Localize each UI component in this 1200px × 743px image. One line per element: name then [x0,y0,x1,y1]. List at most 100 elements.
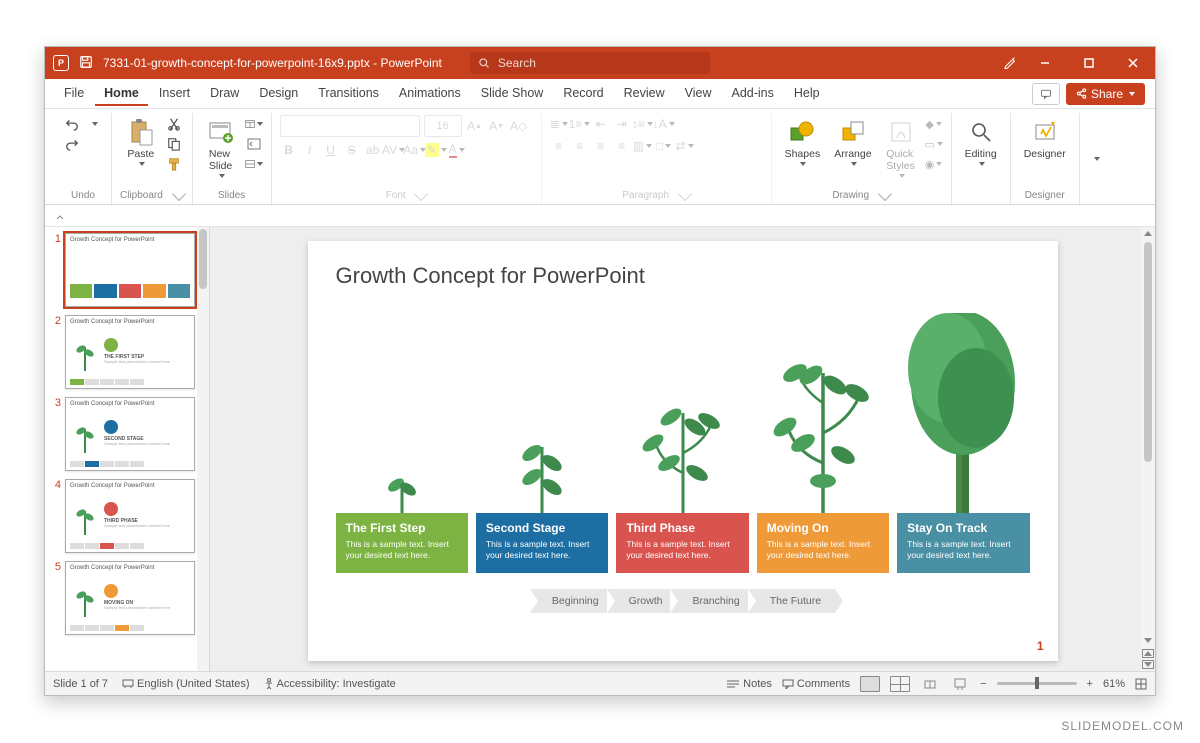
reset-button[interactable] [245,135,263,153]
tab-add-ins[interactable]: Add-ins [722,82,782,106]
share-button[interactable]: Share [1066,83,1145,105]
case-button[interactable]: Aa [406,141,424,159]
underline-button[interactable]: U [322,141,340,159]
maximize-button[interactable] [1067,47,1111,79]
tab-file[interactable]: File [55,82,93,106]
tab-insert[interactable]: Insert [150,82,199,106]
fit-window-button[interactable] [1135,678,1147,690]
zoom-out-button[interactable]: − [980,678,986,690]
undo-dropdown[interactable] [85,115,103,133]
smartart-button[interactable]: ⇄ [676,137,694,155]
editing-button[interactable]: Editing [960,115,1002,169]
qat-dropdown[interactable] [55,210,67,222]
text-direction-button[interactable]: ↓A [655,115,673,133]
tab-view[interactable]: View [676,82,721,106]
stage-card-5[interactable]: Stay On TrackThis is a sample text. Inse… [897,513,1029,573]
section-button[interactable] [245,155,263,173]
slideshow-button[interactable] [950,676,970,692]
redo-button[interactable] [63,135,81,153]
thumbnail-4[interactable]: 4Growth Concept for PowerPointTHIRD PHAS… [49,479,205,553]
thumbnail-scrollbar[interactable] [197,227,209,671]
tab-animations[interactable]: Animations [390,82,470,106]
arrow-beginning[interactable]: Beginning [530,589,613,613]
line-spacing-button[interactable]: ↕≡ [634,115,652,133]
format-painter-button[interactable] [165,155,183,173]
cut-button[interactable] [165,115,183,133]
highlight-button[interactable]: ✎ [427,141,445,159]
tab-record[interactable]: Record [554,82,612,106]
numbering-button[interactable]: 1≡ [571,115,589,133]
stage-3[interactable]: Third PhaseThis is a sample text. Insert… [616,395,748,573]
justify-button[interactable]: ≡ [613,137,631,155]
stage-2[interactable]: Second StageThis is a sample text. Inser… [476,431,608,573]
columns-button[interactable]: ▥ [634,137,652,155]
save-icon[interactable] [79,55,93,72]
collapse-ribbon-button[interactable] [1088,151,1104,167]
slide-title[interactable]: Growth Concept for PowerPoint [336,263,1030,289]
bullets-button[interactable]: ≣ [550,115,568,133]
accessibility-status[interactable]: Accessibility: Investigate [264,678,396,690]
slide[interactable]: Growth Concept for PowerPoint The First … [308,241,1058,661]
arrow-growth[interactable]: Growth [607,589,677,613]
font-family-combo[interactable] [280,115,420,137]
indent-dec-button[interactable]: ⇤ [592,115,610,133]
align-text-button[interactable]: □ [655,137,673,155]
font-color-button[interactable]: A [448,141,466,159]
tab-slide-show[interactable]: Slide Show [472,82,553,106]
zoom-level[interactable]: 61% [1103,678,1125,690]
arrow-the-future[interactable]: The Future [748,589,835,613]
search-input[interactable]: Search [470,52,710,74]
stage-5[interactable]: Stay On TrackThis is a sample text. Inse… [897,313,1029,573]
zoom-in-button[interactable]: + [1087,678,1093,690]
stage-1[interactable]: The First StepThis is a sample text. Ins… [336,467,468,573]
comments-pane-button[interactable]: Comments [782,678,850,690]
indent-inc-button[interactable]: ⇥ [613,115,631,133]
designer-button[interactable]: Designer [1019,115,1071,163]
zoom-slider[interactable] [997,682,1077,685]
decrease-font-button[interactable]: A▼ [488,117,506,135]
thumbnail-2[interactable]: 2Growth Concept for PowerPointTHE FIRST … [49,315,205,389]
comments-button[interactable] [1032,83,1060,105]
shape-effects-button[interactable]: ◉ [925,155,943,173]
stage-4[interactable]: Moving OnThis is a sample text. Insert y… [757,353,889,573]
reading-view-button[interactable] [920,676,940,692]
sorter-view-button[interactable] [890,676,910,692]
language-status[interactable]: English (United States) [122,678,250,690]
slide-canvas[interactable]: Growth Concept for PowerPoint The First … [210,227,1155,671]
slide-counter[interactable]: Slide 1 of 7 [53,678,108,690]
stage-card-1[interactable]: The First StepThis is a sample text. Ins… [336,513,468,573]
stage-card-3[interactable]: Third PhaseThis is a sample text. Insert… [616,513,748,573]
thumbnail-panel[interactable]: 1Growth Concept for PowerPoint 2Growth Co… [45,227,210,671]
shapes-button[interactable]: Shapes [780,115,826,169]
normal-view-button[interactable] [860,676,880,692]
arrow-branching[interactable]: Branching [670,589,753,613]
spacing-button[interactable]: AV [385,141,403,159]
bold-button[interactable]: B [280,141,298,159]
thumbnail-3[interactable]: 3Growth Concept for PowerPointSECOND STA… [49,397,205,471]
tab-home[interactable]: Home [95,82,148,106]
shadow-button[interactable]: ab [364,141,382,159]
tab-review[interactable]: Review [615,82,674,106]
minimize-button[interactable] [1023,47,1067,79]
tab-help[interactable]: Help [785,82,829,106]
stage-card-2[interactable]: Second StageThis is a sample text. Inser… [476,513,608,573]
font-size-combo[interactable]: 16 [424,115,462,137]
new-slide-button[interactable]: New Slide [201,115,241,181]
pen-mode-icon[interactable] [1003,55,1017,72]
layout-button[interactable] [245,115,263,133]
align-left-button[interactable]: ≡ [550,137,568,155]
arrange-button[interactable]: Arrange [829,115,876,169]
thumbnail-5[interactable]: 5Growth Concept for PowerPointMOVING ONS… [49,561,205,635]
quick-styles-button[interactable]: Quick Styles [881,115,921,181]
tab-draw[interactable]: Draw [201,82,248,106]
italic-button[interactable]: I [301,141,319,159]
align-center-button[interactable]: ≡ [571,137,589,155]
shape-fill-button[interactable]: ◆ [925,115,943,133]
undo-button[interactable] [63,115,81,133]
close-button[interactable] [1111,47,1155,79]
thumbnail-1[interactable]: 1Growth Concept for PowerPoint [49,233,205,307]
stage-card-4[interactable]: Moving OnThis is a sample text. Insert y… [757,513,889,573]
tab-design[interactable]: Design [250,82,307,106]
canvas-scrollbar[interactable] [1141,227,1155,671]
strike-button[interactable]: S [343,141,361,159]
